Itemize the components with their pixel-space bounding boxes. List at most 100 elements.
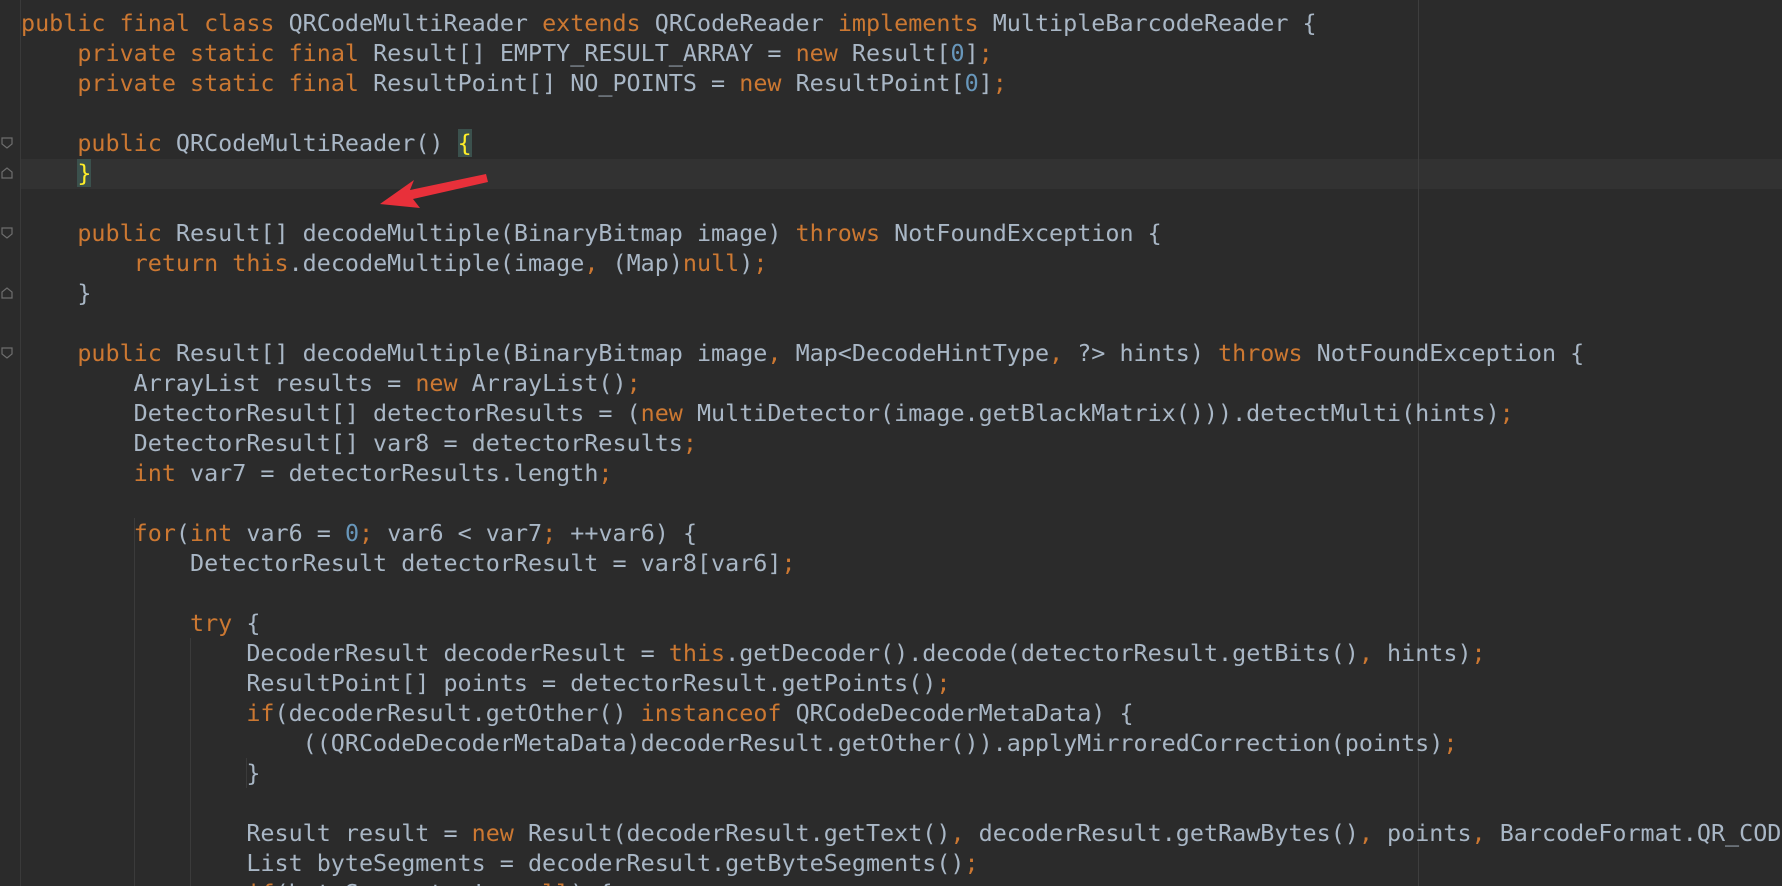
code-line[interactable]: public final class QRCodeMultiReader ext… <box>21 8 1782 38</box>
keyword-token: , <box>1358 819 1388 847</box>
code-line[interactable] <box>21 308 1782 338</box>
code-line[interactable]: int var7 = detectorResults.length; <box>21 458 1782 488</box>
code-token: ++var6) { <box>570 519 698 547</box>
keyword-token: ; <box>359 519 388 547</box>
code-token: DetectorResult[] var8 = detectorResults <box>21 429 683 457</box>
keyword-token: new <box>739 69 796 97</box>
keyword-token: ; <box>992 69 1007 97</box>
keyword-token: public <box>77 339 176 367</box>
code-token: ResultPoint[] points = detectorResult.ge… <box>21 669 937 697</box>
code-line[interactable]: public Result[] decodeMultiple(BinaryBit… <box>21 218 1782 248</box>
keyword-token: for <box>133 519 176 547</box>
keyword-token: private static final <box>77 69 374 97</box>
code-line[interactable]: Result result = new Result(decoderResult… <box>21 818 1782 848</box>
matched-brace-token: } <box>77 159 92 187</box>
fold-marker-icon[interactable] <box>0 346 14 360</box>
code-token: Result result = <box>21 819 472 847</box>
keyword-token: ; <box>936 669 951 697</box>
code-line[interactable]: private static final ResultPoint[] NO_PO… <box>21 68 1782 98</box>
keyword-token: instanceof <box>640 699 796 727</box>
code-line[interactable]: return this.decodeMultiple(image, (Map)n… <box>21 248 1782 278</box>
keyword-token: , <box>950 819 979 847</box>
code-token: var7 = detectorResults.length <box>190 459 599 487</box>
code-line[interactable] <box>21 788 1782 818</box>
code-line[interactable]: public QRCodeMultiReader() { <box>21 128 1782 158</box>
code-token: ( <box>175 519 191 547</box>
code-token: DetectorResult detectorResult = var8[var… <box>21 549 782 577</box>
code-line[interactable]: List byteSegments = decoderResult.getByt… <box>21 848 1782 878</box>
keyword-token: ; <box>626 369 641 397</box>
code-line[interactable]: ResultPoint[] points = detectorResult.ge… <box>21 668 1782 698</box>
code-line[interactable]: public Result[] decodeMultiple(BinaryBit… <box>21 338 1782 368</box>
keyword-token: , <box>1049 339 1078 367</box>
keyword-token: null <box>514 879 570 886</box>
code-token: ((QRCodeDecoderMetaData)decoderResult.ge… <box>21 729 1444 757</box>
code-content[interactable]: public final class QRCodeMultiReader ext… <box>21 8 1782 886</box>
keyword-token: new <box>471 819 528 847</box>
code-line[interactable]: } <box>21 158 1782 188</box>
code-line[interactable] <box>21 488 1782 518</box>
code-line[interactable]: DetectorResult detectorResult = var8[var… <box>21 548 1782 578</box>
keyword-token: return this <box>133 249 289 277</box>
code-line[interactable]: for(int var6 = 0; var6 < var7; ++var6) { <box>21 518 1782 548</box>
keyword-token: , <box>1358 639 1388 667</box>
code-token: } <box>21 759 261 787</box>
fold-marker-icon[interactable] <box>0 136 14 150</box>
code-line[interactable]: if(decoderResult.getOther() instanceof Q… <box>21 698 1782 728</box>
matched-brace-token: { <box>457 129 472 157</box>
code-token: QRCodeMultiReader <box>288 9 543 37</box>
code-line[interactable]: if(byteSegments != null) { <box>21 878 1782 886</box>
number-token: 0 <box>344 519 360 547</box>
code-token: ResultPoint[] NO_POINTS = <box>373 69 740 97</box>
editor-gutter <box>0 0 21 886</box>
code-token: ] <box>978 69 993 97</box>
keyword-token: int <box>190 519 247 547</box>
code-token: NotFoundException { <box>894 219 1162 247</box>
code-line[interactable]: DecoderResult decoderResult = this.getDe… <box>21 638 1782 668</box>
number-token: 0 <box>950 39 965 67</box>
fold-marker-icon[interactable] <box>0 226 14 240</box>
code-line[interactable]: DetectorResult[] var8 = detectorResults; <box>21 428 1782 458</box>
code-token: .getDecoder().decode(detectorResult.getB… <box>725 639 1359 667</box>
code-token: MultiDetector(image.getBlackMatrix())).d… <box>696 399 1500 427</box>
keyword-token: if <box>246 879 274 886</box>
keyword-token: public <box>77 219 176 247</box>
fold-end-marker-icon[interactable] <box>0 166 14 180</box>
code-line[interactable]: private static final Result[] EMPTY_RESU… <box>21 38 1782 68</box>
keyword-token: , <box>1471 819 1500 847</box>
code-line[interactable] <box>21 188 1782 218</box>
code-line[interactable]: ArrayList results = new ArrayList(); <box>21 368 1782 398</box>
code-editor[interactable]: public final class QRCodeMultiReader ext… <box>0 0 1782 886</box>
keyword-token: new <box>415 369 472 397</box>
code-token: Map<DecodeHintType <box>795 339 1050 367</box>
code-token: { <box>246 609 261 637</box>
code-token: QRCodeDecoderMetaData) { <box>795 699 1134 727</box>
code-line[interactable] <box>21 98 1782 128</box>
keyword-token: new <box>795 39 852 67</box>
code-line[interactable]: } <box>21 278 1782 308</box>
code-token: MultipleBarcodeReader { <box>992 9 1317 37</box>
code-token: (Map) <box>612 249 683 277</box>
code-line[interactable] <box>21 578 1782 608</box>
fold-end-marker-icon[interactable] <box>0 286 14 300</box>
code-token: (decoderResult.getOther() <box>274 699 641 727</box>
code-line[interactable]: DetectorResult[] detectorResults = (new … <box>21 398 1782 428</box>
keyword-token: null <box>682 249 740 277</box>
code-token: decoderResult.getRawBytes() <box>978 819 1359 847</box>
keyword-token: int <box>133 459 191 487</box>
keyword-token: extends <box>542 9 655 37</box>
keyword-token: private static final <box>77 39 374 67</box>
code-token: NotFoundException { <box>1316 339 1585 367</box>
keyword-token: ; <box>682 429 697 457</box>
code-line[interactable]: ((QRCodeDecoderMetaData)decoderResult.ge… <box>21 728 1782 758</box>
code-line[interactable]: try { <box>21 608 1782 638</box>
code-line[interactable]: } <box>21 758 1782 788</box>
keyword-token: implements <box>837 9 993 37</box>
keyword-token: new <box>640 399 697 427</box>
